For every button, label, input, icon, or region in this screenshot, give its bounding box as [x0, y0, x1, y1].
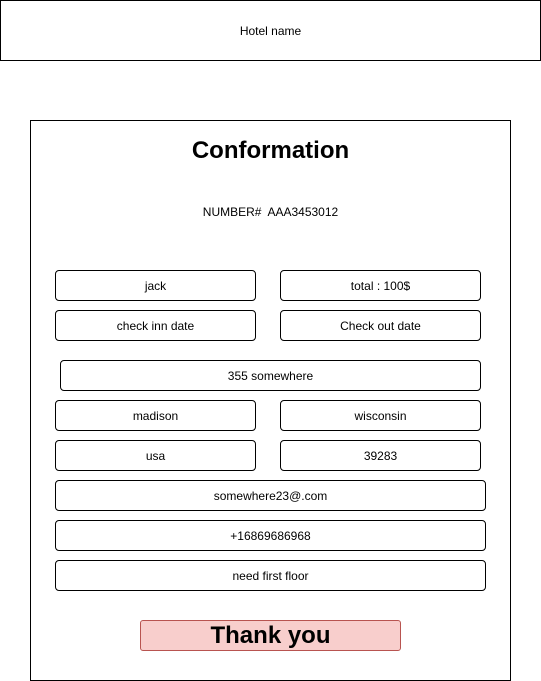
guest-name-value: jack	[144, 278, 167, 293]
check-in-date-field[interactable]: check inn date	[55, 310, 256, 341]
confirmation-number-value: AAA3453012	[267, 205, 339, 219]
confirmation-number: NUMBER# AAA3453012	[31, 204, 510, 220]
confirmation-title: Conformation	[191, 137, 350, 164]
country-value: usa	[145, 448, 166, 463]
confirmation-number-label: NUMBER#	[202, 205, 262, 219]
zip-field[interactable]: 39283	[280, 440, 481, 471]
state-field[interactable]: wisconsin	[280, 400, 481, 431]
total-value: total : 100$	[350, 278, 411, 293]
phone-field[interactable]: +16869686968	[55, 520, 486, 551]
check-in-date-value: check inn date	[116, 318, 195, 333]
street-address-value: 355 somewhere	[227, 368, 314, 383]
thank-you-button[interactable]: Thank you	[140, 620, 401, 651]
phone-value: +16869686968	[230, 528, 311, 543]
check-out-date-value: Check out date	[340, 318, 421, 333]
thank-you-label: Thank you	[210, 621, 331, 649]
country-field[interactable]: usa	[55, 440, 256, 471]
state-value: wisconsin	[354, 408, 407, 423]
hotel-name-header: Hotel name	[0, 0, 541, 61]
email-value: somewhere23@.com	[213, 488, 328, 503]
email-field[interactable]: somewhere23@.com	[55, 480, 486, 511]
total-field[interactable]: total : 100$	[280, 270, 481, 301]
zip-value: 39283	[363, 448, 398, 463]
guest-name-field[interactable]: jack	[55, 270, 256, 301]
notes-value: need first floor	[232, 568, 309, 583]
confirmation-card: Conformation NUMBER# AAA3453012 jack tota…	[30, 120, 511, 681]
street-address-field[interactable]: 355 somewhere	[60, 360, 481, 391]
city-value: madison	[132, 408, 179, 423]
hotel-name-text: Hotel name	[239, 23, 302, 38]
check-out-date-field[interactable]: Check out date	[280, 310, 481, 341]
notes-field[interactable]: need first floor	[55, 560, 486, 591]
city-field[interactable]: madison	[55, 400, 256, 431]
